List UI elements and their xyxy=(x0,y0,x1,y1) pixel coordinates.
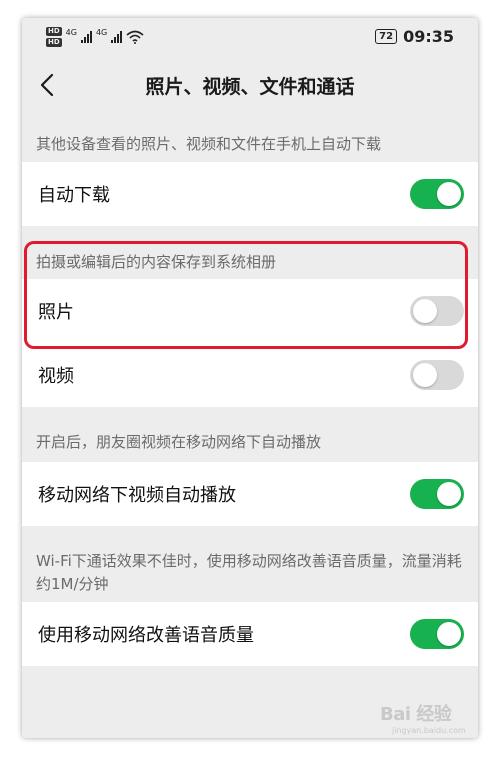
wifi-icon xyxy=(126,30,144,44)
battery-icon: 72 xyxy=(375,29,398,44)
hd-badges: HD HD xyxy=(46,27,62,47)
phone-screen: HD HD 4G 4G 72 09:35 照片、视频、文件和通话 其他设备查看的… xyxy=(22,18,478,738)
signal-icon xyxy=(80,31,92,43)
nav-header: 照片、视频、文件和通话 xyxy=(22,56,478,116)
toggle-knob xyxy=(413,363,437,387)
setting-label: 自动下载 xyxy=(38,185,110,206)
setting-row-improve-call-quality[interactable]: 使用移动网络改善语音质量 xyxy=(22,602,478,666)
save-videos-toggle[interactable] xyxy=(410,360,464,390)
network-type: 4G xyxy=(65,27,77,37)
network-type: 4G xyxy=(95,27,108,37)
page-title: 照片、视频、文件和通话 xyxy=(145,76,355,98)
setting-row-moments-autoplay[interactable]: 移动网络下视频自动播放 xyxy=(22,462,478,526)
watermark-logo: Bai 经验 xyxy=(380,704,452,725)
setting-label: 使用移动网络改善语音质量 xyxy=(38,625,254,646)
watermark-url: jingyan.baidu.com xyxy=(392,726,466,735)
status-bar: HD HD 4G 4G 72 09:35 xyxy=(22,18,478,56)
setting-row-auto-download[interactable]: 自动下载 xyxy=(22,162,478,226)
save-photos-toggle[interactable] xyxy=(410,296,464,326)
status-right: 72 09:35 xyxy=(375,27,454,46)
section-caption: 拍摄或编辑后的内容保存到系统相册 xyxy=(36,253,277,271)
hd-badge: HD xyxy=(46,27,62,36)
hd-badge: HD xyxy=(46,38,62,47)
toggle-knob xyxy=(437,182,461,206)
section-caption: Wi-Fi下通话效果不佳时，使用移动网络改善语音质量，流量消耗约1M/分钟 xyxy=(36,552,462,593)
toggle-knob xyxy=(437,622,461,646)
signal-icon xyxy=(111,31,123,43)
auto-download-toggle[interactable] xyxy=(410,179,464,209)
setting-label: 照片 xyxy=(38,302,74,323)
setting-row-save-videos[interactable]: 视频 xyxy=(22,343,478,407)
setting-row-save-photos[interactable]: 照片 xyxy=(22,279,478,343)
toggle-knob xyxy=(413,299,437,323)
setting-label: 视频 xyxy=(38,366,74,387)
improve-call-quality-toggle[interactable] xyxy=(410,619,464,649)
moments-autoplay-toggle[interactable] xyxy=(410,479,464,509)
section-caption: 开启后，朋友圈视频在移动网络下自动播放 xyxy=(36,433,322,451)
clock: 09:35 xyxy=(403,27,454,46)
signal-group: HD HD 4G 4G xyxy=(46,24,144,50)
baidu-jingyan-watermark: Bai 经验 jingyan.baidu.com xyxy=(380,700,466,735)
toggle-knob xyxy=(437,482,461,506)
setting-label: 移动网络下视频自动播放 xyxy=(38,485,236,506)
section-caption: 其他设备查看的照片、视频和文件在手机上自动下载 xyxy=(36,135,382,153)
